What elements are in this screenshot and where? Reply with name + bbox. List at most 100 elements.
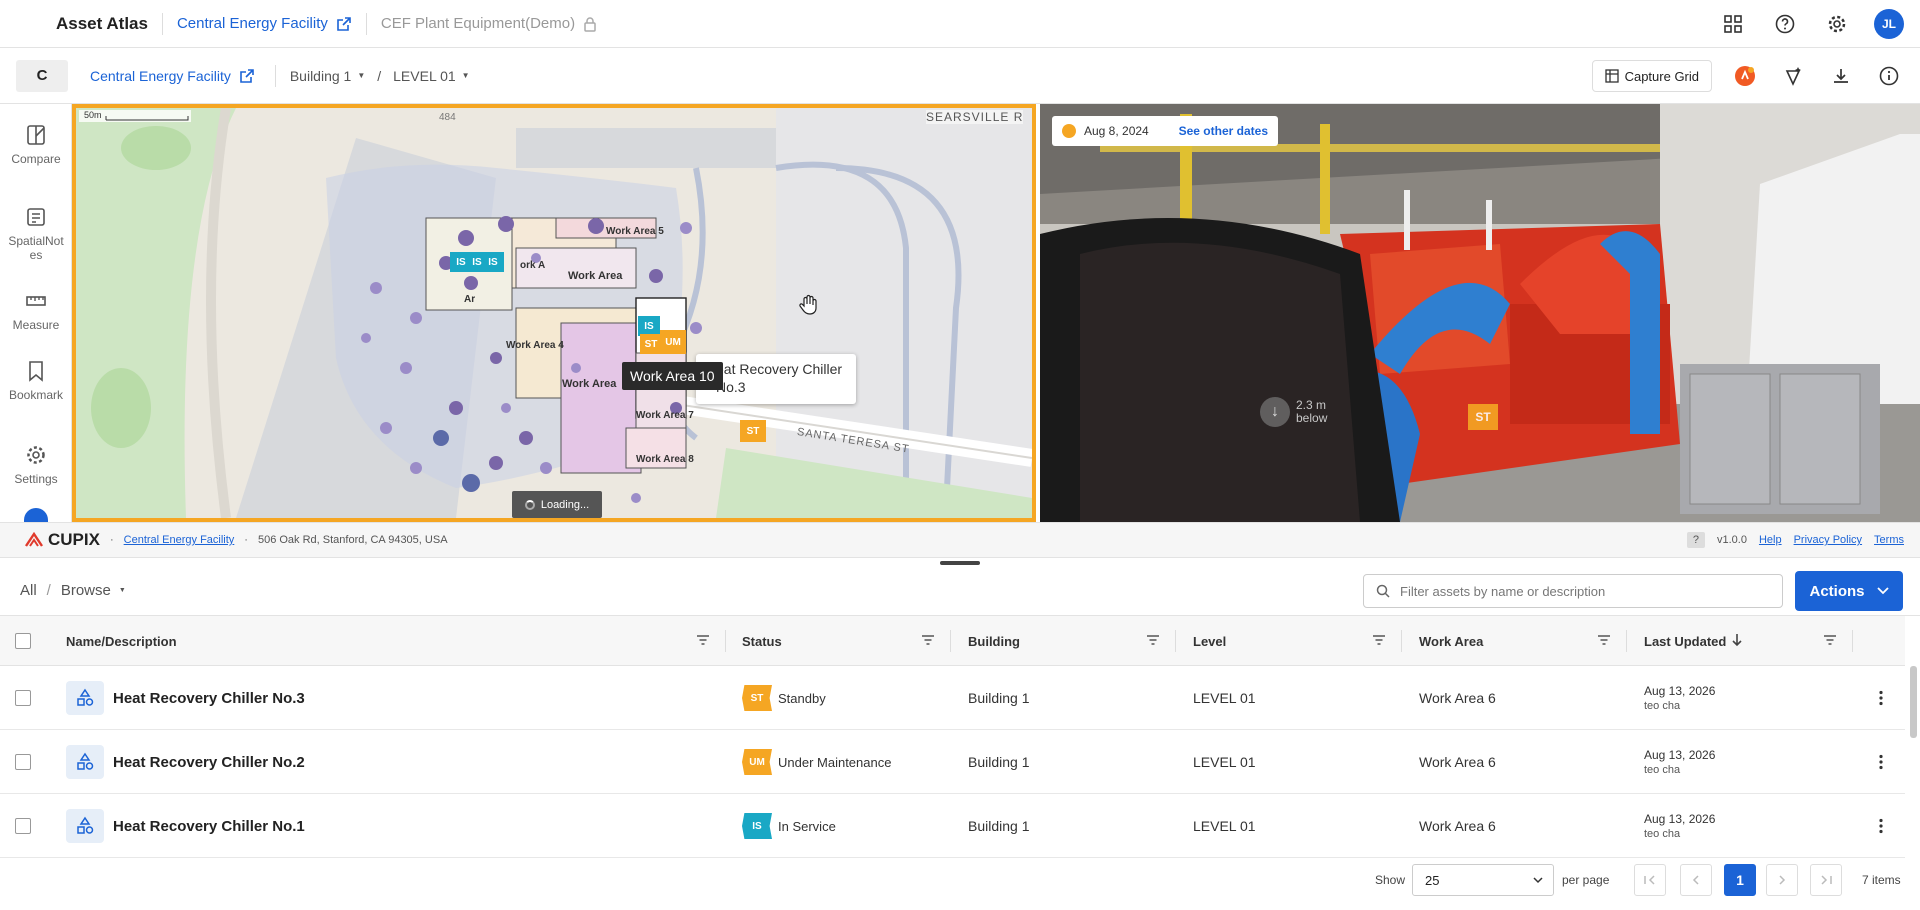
filter-icon[interactable] xyxy=(1372,633,1386,647)
next-page-button[interactable] xyxy=(1766,864,1798,896)
status-marker-standby[interactable]: ST xyxy=(740,420,766,442)
avatar[interactable]: JL xyxy=(1874,9,1904,39)
measure-tool[interactable]: Measure xyxy=(0,290,72,332)
project-link[interactable]: Central Energy Facility xyxy=(177,15,352,32)
page-button-current[interactable]: 1 xyxy=(1724,864,1756,896)
column-header-last-updated[interactable]: Last Updated xyxy=(1644,616,1726,666)
building-label[interactable]: Building 1 xyxy=(290,68,352,84)
download-icon[interactable] xyxy=(1826,61,1856,91)
column-header-building[interactable]: Building xyxy=(968,616,1020,666)
work-area-label[interactable]: ork A xyxy=(520,260,545,271)
status-marker-standby[interactable]: ST xyxy=(640,334,662,354)
panorama-viewer[interactable]: Aug 8, 2024 See other dates ↓ 2.3 m belo… xyxy=(1040,104,1920,522)
help-icon[interactable] xyxy=(1770,9,1800,39)
breadcrumb-all[interactable]: All xyxy=(20,582,37,599)
browse-label[interactable]: Browse xyxy=(61,582,111,599)
select-all-checkbox[interactable] xyxy=(15,616,31,666)
locked-project[interactable]: CEF Plant Equipment(Demo) xyxy=(381,15,597,32)
help-link[interactable]: Help xyxy=(1759,534,1782,546)
filter-icon[interactable] xyxy=(696,633,710,647)
work-area-label[interactable]: Work Area 4 xyxy=(506,340,564,351)
browse-selector[interactable]: Browse ▼ xyxy=(61,582,126,599)
settings-tool[interactable]: Settings xyxy=(0,444,72,486)
status-marker-in-service[interactable]: IS xyxy=(638,316,660,336)
table-row[interactable]: Heat Recovery Chiller No.1 IS In Service Bu… xyxy=(0,794,1905,858)
column-header-name[interactable]: Name/Description xyxy=(66,616,177,666)
row-checkbox[interactable] xyxy=(15,666,31,730)
column-divider[interactable] xyxy=(1626,630,1627,652)
see-other-dates-link[interactable]: See other dates xyxy=(1179,124,1268,138)
app-brand[interactable]: Asset Atlas xyxy=(56,14,148,34)
column-divider[interactable] xyxy=(1401,630,1402,652)
spatial-notes-tool[interactable]: SpatialNot es xyxy=(0,206,72,262)
ai-sparkle-icon[interactable] xyxy=(1778,61,1808,91)
table-row[interactable]: Heat Recovery Chiller No.2 UM Under Mainte… xyxy=(0,730,1905,794)
privacy-link[interactable]: Privacy Policy xyxy=(1794,534,1862,546)
column-divider[interactable] xyxy=(725,630,726,652)
column-header-level[interactable]: Level xyxy=(1193,616,1226,666)
level-label[interactable]: LEVEL 01 xyxy=(393,68,456,84)
status-marker-in-service[interactable]: IS xyxy=(482,252,504,272)
floor-map[interactable]: 50m 484 SEARSVILLE R SANTA TERESA ST Wor… xyxy=(72,104,1036,522)
column-divider[interactable] xyxy=(1175,630,1176,652)
asset-filter-input[interactable]: Filter assets by name or description xyxy=(1363,574,1783,608)
column-divider[interactable] xyxy=(1852,630,1853,652)
bookmark-tool[interactable]: Bookmark xyxy=(0,360,72,402)
gear-icon[interactable] xyxy=(1822,9,1852,39)
capture-date[interactable]: Aug 8, 2024 xyxy=(1084,124,1149,138)
asset-name[interactable]: Heat Recovery Chiller No.3 xyxy=(113,666,305,730)
filter-icon[interactable] xyxy=(1823,633,1837,647)
map-canvas[interactable] xyxy=(76,108,1032,518)
capture-grid-label[interactable]: Capture Grid xyxy=(1625,69,1699,84)
sort-descending-icon[interactable] xyxy=(1731,633,1743,647)
work-area-label[interactable]: Work Area 7 xyxy=(636,410,694,421)
row-more-menu[interactable] xyxy=(1878,730,1884,794)
capture-grid-button[interactable]: Capture Grid xyxy=(1591,60,1712,92)
compare-tool[interactable]: Compare xyxy=(0,124,72,166)
info-icon[interactable] xyxy=(1874,61,1904,91)
previous-page-button[interactable] xyxy=(1680,864,1712,896)
table-row[interactable]: Heat Recovery Chiller No.3 ST Standby Build… xyxy=(0,666,1905,730)
row-more-menu[interactable] xyxy=(1878,794,1884,858)
collapse-button[interactable]: C xyxy=(16,59,68,92)
facility-link[interactable]: Central Energy Facility xyxy=(90,68,255,84)
asset-name[interactable]: Heat Recovery Chiller No.1 xyxy=(113,794,305,858)
building-selector[interactable]: Building 1 ▼ xyxy=(290,68,365,84)
last-page-button[interactable] xyxy=(1810,864,1842,896)
row-checkbox[interactable] xyxy=(15,730,31,794)
level-selector[interactable]: LEVEL 01 ▼ xyxy=(393,68,469,84)
status-marker-standby[interactable]: ST xyxy=(1468,404,1498,430)
project-link-label[interactable]: Central Energy Facility xyxy=(177,15,328,32)
filter-icon[interactable] xyxy=(1597,633,1611,647)
row-checkbox[interactable] xyxy=(15,794,31,858)
external-link-icon[interactable] xyxy=(336,16,352,32)
below-indicator[interactable]: ↓ 2.3 m below xyxy=(1260,394,1360,430)
terms-link[interactable]: Terms xyxy=(1874,534,1904,546)
facility-link-label[interactable]: Central Energy Facility xyxy=(90,68,231,84)
apps-grid-icon[interactable] xyxy=(1718,9,1748,39)
column-header-work-area[interactable]: Work Area xyxy=(1419,616,1483,666)
external-link-icon[interactable] xyxy=(239,68,255,84)
footer-facility-link[interactable]: Central Energy Facility xyxy=(124,534,235,546)
panorama-image[interactable] xyxy=(1040,104,1920,522)
footer-help-button[interactable]: ? xyxy=(1686,532,1705,548)
capture-icon[interactable] xyxy=(1730,61,1760,91)
per-page-select[interactable]: 25 xyxy=(1412,864,1554,896)
work-area-label[interactable]: Work Area 8 xyxy=(636,454,694,465)
work-area-label[interactable]: Work Area 5 xyxy=(606,226,664,237)
row-more-menu[interactable] xyxy=(1878,666,1884,730)
column-header-status[interactable]: Status xyxy=(742,616,782,666)
work-area-label[interactable]: Work Area xyxy=(568,270,622,282)
actions-button[interactable]: Actions xyxy=(1795,571,1903,611)
status-marker-maintenance[interactable]: UM xyxy=(660,330,686,354)
work-area-label[interactable]: Work Area xyxy=(562,378,616,390)
work-area-label[interactable]: Ar xyxy=(464,294,475,305)
table-scrollbar-thumb[interactable] xyxy=(1910,666,1917,738)
resize-handle[interactable] xyxy=(940,561,980,565)
column-divider[interactable] xyxy=(950,630,951,652)
first-page-button[interactable] xyxy=(1634,864,1666,896)
locked-project-label[interactable]: CEF Plant Equipment(Demo) xyxy=(381,15,575,32)
user-avatar-partial[interactable] xyxy=(24,508,48,522)
filter-icon[interactable] xyxy=(1146,633,1160,647)
asset-name[interactable]: Heat Recovery Chiller No.2 xyxy=(113,730,305,794)
